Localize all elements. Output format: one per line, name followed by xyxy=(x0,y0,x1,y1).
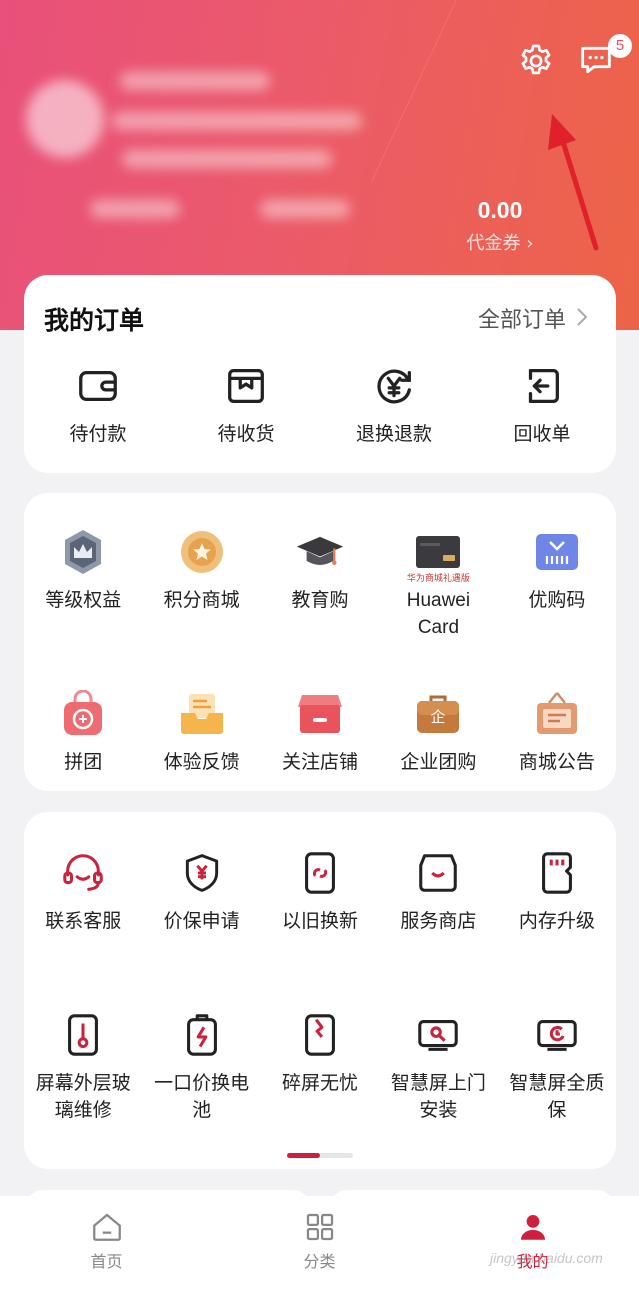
profile-icon xyxy=(520,1214,545,1240)
tv-warranty-icon xyxy=(537,1020,577,1051)
benefit-followed-stores[interactable]: 关注店铺 xyxy=(261,689,379,776)
briefcase-icon: 企 xyxy=(417,695,460,733)
service-cracked-screen[interactable]: 碎屏无忧 xyxy=(261,1010,379,1124)
service-trade-in[interactable]: 以旧换新 xyxy=(261,848,379,935)
service-tv-warranty[interactable]: 智慧屏全质保 xyxy=(498,1010,616,1124)
package-icon xyxy=(228,369,264,403)
page-indicator-active xyxy=(287,1153,320,1158)
feedback-box-icon xyxy=(180,694,223,734)
benefit-promo-code[interactable]: 优购码 xyxy=(498,527,616,641)
crown-badge-icon xyxy=(65,530,102,574)
benefits-row-1: 等级权益 积分商城 教育购 华为商城礼遇版 Huawei Card 优购码 xyxy=(24,527,616,641)
service-screen-glass-repair[interactable]: 屏幕外层玻璃维修 xyxy=(24,1010,142,1124)
recycle-return-icon xyxy=(528,369,559,403)
phone-trade-icon xyxy=(305,852,335,894)
benefit-enterprise-purchase[interactable]: 企 企业团购 xyxy=(379,689,497,776)
gift-card-icon xyxy=(416,536,461,568)
services-row-2: 屏幕外层玻璃维修 一口价换电池 碎屏无忧 智慧屏上门安装 智慧屏全质保 xyxy=(24,1010,616,1124)
barcode-icon xyxy=(535,534,578,570)
all-orders-link[interactable]: 全部订单 xyxy=(478,302,566,334)
orders-title: 我的订单 xyxy=(44,306,145,335)
tab-home[interactable]: 首页 xyxy=(0,1196,213,1308)
star-medal-icon xyxy=(180,531,223,573)
screen-repair-icon xyxy=(68,1014,99,1056)
services-card: 联系客服 价保申请 以旧换新 服务商店 内存升级 屏幕外层玻璃维修 一口价换电池… xyxy=(24,812,616,1169)
order-item-returns[interactable]: 退换退款 xyxy=(320,361,468,448)
coupon-link[interactable]: 代金券 › xyxy=(440,229,560,255)
benefit-points-mall[interactable]: 积分商城 xyxy=(142,527,260,641)
service-battery-replace[interactable]: 一口价换电池 xyxy=(142,1010,260,1124)
store-icon xyxy=(298,695,343,733)
benefits-card: 等级权益 积分商城 教育购 华为商城礼遇版 Huawei Card 优购码 拼团… xyxy=(24,493,616,791)
benefit-level[interactable]: 等级权益 xyxy=(24,527,142,641)
service-store-icon xyxy=(419,854,458,892)
tab-category[interactable]: 分类 xyxy=(213,1196,426,1308)
tv-install-icon xyxy=(418,1020,459,1051)
watermark: jingyan.baidu.com xyxy=(490,1250,603,1266)
order-item-recycle[interactable]: 回收单 xyxy=(468,361,616,448)
message-count-badge: 5 xyxy=(608,34,632,58)
page-indicator xyxy=(287,1153,353,1158)
category-grid-icon xyxy=(306,1213,333,1241)
group-bag-icon xyxy=(64,690,103,735)
headset-icon xyxy=(63,854,103,891)
memory-card-icon xyxy=(541,852,572,894)
home-icon xyxy=(92,1213,121,1241)
avatar[interactable] xyxy=(26,80,104,158)
benefit-announcements[interactable]: 商城公告 xyxy=(498,689,616,776)
service-price-protection[interactable]: 价保申请 xyxy=(142,848,260,935)
settings-button[interactable] xyxy=(515,40,557,82)
benefit-group-buy[interactable]: 拼团 xyxy=(24,689,142,776)
chevron-right-icon[interactable] xyxy=(572,305,592,329)
graduation-cap-icon xyxy=(296,536,344,565)
service-store[interactable]: 服务商店 xyxy=(379,848,497,935)
wallet-icon xyxy=(79,370,117,402)
gear-icon xyxy=(521,44,551,75)
services-row-1: 联系客服 价保申请 以旧换新 服务商店 内存升级 xyxy=(24,848,616,935)
gift-card-caption: 华为商城礼遇版 xyxy=(406,574,470,584)
benefit-huawei-card[interactable]: 华为商城礼遇版 Huawei Card xyxy=(379,527,497,641)
service-tv-install[interactable]: 智慧屏上门安装 xyxy=(379,1010,497,1124)
notice-bag-icon xyxy=(536,692,577,734)
svg-text:企: 企 xyxy=(431,708,446,726)
messages-button[interactable]: 5 xyxy=(576,34,632,82)
order-item-pending-payment[interactable]: 待付款 xyxy=(24,361,172,448)
benefit-education[interactable]: 教育购 xyxy=(261,527,379,641)
broken-screen-icon xyxy=(305,1014,335,1056)
coupon-value[interactable]: 0.00 xyxy=(440,197,560,224)
price-shield-icon xyxy=(185,854,218,892)
my-orders-card: 我的订单 全部订单 待付款 待收货 退换退款 回收单 xyxy=(24,275,616,473)
order-status-grid: 待付款 待收货 退换退款 回收单 xyxy=(24,361,616,448)
service-customer-support[interactable]: 联系客服 xyxy=(24,848,142,935)
benefit-feedback[interactable]: 体验反馈 xyxy=(142,689,260,776)
benefits-row-2: 拼团 体验反馈 关注店铺 企 企业团购 商城公告 xyxy=(24,689,616,776)
order-item-pending-receipt[interactable]: 待收货 xyxy=(172,361,320,448)
service-memory-upgrade[interactable]: 内存升级 xyxy=(498,848,616,935)
blurred-user-info xyxy=(20,60,380,260)
battery-icon xyxy=(186,1014,217,1056)
yuan-refund-icon xyxy=(377,369,411,404)
